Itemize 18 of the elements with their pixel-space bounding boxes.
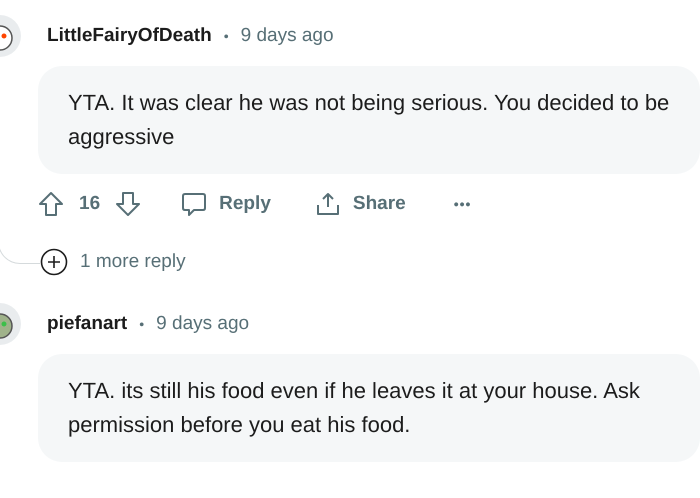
downvote-icon[interactable]	[115, 191, 142, 217]
username[interactable]: LittleFairyOfDeath	[47, 22, 212, 50]
plus-circle-icon	[40, 248, 68, 276]
separator-dot: •	[139, 314, 144, 334]
more-replies-button[interactable]: 1 more reply	[40, 248, 186, 276]
more-options-button[interactable]: •••	[454, 194, 472, 214]
share-button[interactable]: Share	[314, 190, 406, 218]
timestamp: 9 days ago	[156, 312, 250, 336]
separator-dot: •	[224, 26, 229, 46]
reply-button[interactable]: Reply	[181, 190, 271, 218]
timestamp: 9 days ago	[240, 24, 334, 48]
speech-bubble-icon	[181, 191, 208, 217]
vote-count: 16	[79, 192, 100, 216]
upvote-icon[interactable]	[38, 191, 64, 217]
username[interactable]: piefanart	[47, 310, 128, 338]
comment-text: YTA. its still his food even if he leaves it at your house. Ask permission before you eat his food.	[38, 354, 700, 462]
share-icon	[314, 191, 341, 217]
comment-text: YTA. It was clear he was not being serious. You decided to be aggressive	[38, 66, 700, 174]
